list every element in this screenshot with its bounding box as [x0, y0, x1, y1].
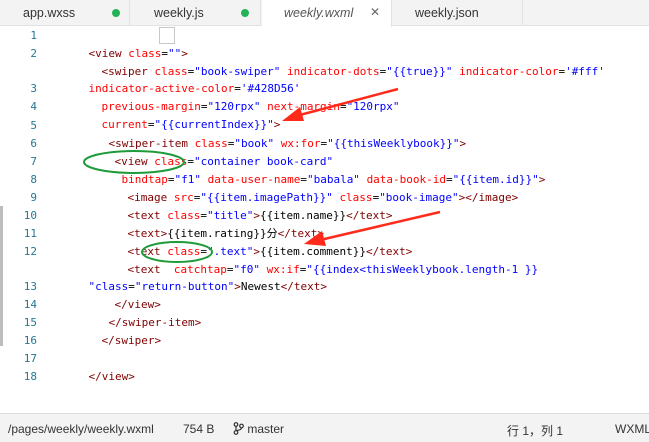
cursor-position[interactable]: 行 1，列 1	[507, 422, 563, 439]
code-line-14: </swiper-item>	[82, 296, 202, 329]
code-line-3: previous-margin="120rpx" next-margin="12…	[75, 80, 400, 113]
modified-dot-icon	[112, 9, 120, 17]
line-number: 9	[30, 191, 37, 204]
file-path: /pages/weekly/weekly.wxml	[8, 422, 154, 436]
line-number: 4	[30, 100, 37, 113]
code-editor[interactable]: 1 2 3 4 5 6 7 8 9 10 11 12 13 14 15 16 1…	[0, 27, 649, 413]
code-line-17: </view>	[62, 350, 135, 383]
line-number: 16	[23, 334, 37, 347]
code-line-15: </swiper>	[75, 314, 162, 347]
code-line-11: <text class=".text">{{item.comment}}</te…	[101, 225, 413, 258]
code-line-2-wrap: indicator-active-color='#428D56'	[62, 62, 301, 95]
code-line-6: <view class="container book-card"	[88, 135, 334, 168]
code-line-7: bindtap="f1" data-user-name="babala" dat…	[95, 153, 546, 186]
code-line-5: <swiper-item class="book" wx:for="{{this…	[82, 117, 467, 150]
line-number: 11	[23, 227, 37, 240]
line-number: 13	[23, 280, 37, 293]
token: "120rpx"	[346, 100, 400, 113]
token: indicator-color	[459, 65, 559, 78]
tab-label: weekly.wxml	[284, 6, 354, 20]
token: "{{thisWeeklybook}}"	[327, 137, 460, 150]
branch-indicator[interactable]: master	[233, 422, 284, 436]
branch-name: master	[247, 422, 285, 436]
close-icon[interactable]: ✕	[370, 5, 380, 19]
token: >	[459, 137, 467, 150]
file-size: 754 B	[183, 422, 215, 436]
line-number: 18	[23, 370, 37, 383]
line-number: 6	[30, 137, 37, 150]
token: </view>	[88, 370, 135, 383]
tab-weekly-js[interactable]: weekly.js	[131, 0, 261, 26]
token: >	[538, 173, 546, 186]
editor-tab-bar: app.wxss weekly.js weekly.wxml ✕ weekly.…	[0, 0, 649, 27]
line-number: 12	[23, 245, 37, 258]
token: </text>	[280, 280, 327, 293]
token: ></image>	[458, 191, 519, 204]
token: '#fff'	[565, 65, 605, 78]
language-mode[interactable]: WXML	[615, 422, 649, 436]
line-number: 8	[30, 173, 37, 186]
bracket-match-highlight	[159, 27, 175, 44]
git-branch-icon	[233, 422, 244, 435]
code-line-9: <text class="title">{{item.name}}</text>	[101, 189, 393, 222]
code-line-12: <text catchtap="f0" wx:if="{{index<thisW…	[101, 243, 539, 276]
tab-label: app.wxss	[23, 6, 76, 20]
tab-weekly-json[interactable]: weekly.json	[393, 0, 523, 26]
line-number: 1	[30, 29, 37, 42]
code-line-10: <text>{{item.rating}}分</text>	[101, 207, 324, 240]
token: =	[339, 100, 347, 113]
line-number: 7	[30, 155, 37, 168]
code-line-13: </view>	[88, 278, 161, 311]
line-number: 10	[23, 209, 37, 222]
modified-dot-icon	[241, 9, 249, 17]
line-number: 2	[30, 47, 37, 60]
code-line-4: current="{{currentIndex}}">	[75, 98, 281, 131]
token: Newest	[240, 280, 281, 293]
token: </swiper>	[101, 334, 162, 347]
line-number: 17	[23, 352, 37, 365]
tab-label: weekly.json	[415, 6, 479, 20]
code-line-8: <image src="{{item.imagePath}}" class="b…	[101, 171, 519, 204]
token: "{{true}}"	[386, 65, 453, 78]
window-edge	[0, 206, 3, 346]
line-number: 3	[30, 82, 37, 95]
line-number: 14	[23, 298, 37, 311]
token: indicator-dots	[286, 65, 380, 78]
line-number: 5	[30, 119, 37, 132]
line-number: 15	[23, 316, 37, 329]
code-line-12-wrap: "class="return-button">Newest</text>	[62, 260, 327, 293]
token: >	[234, 280, 241, 293]
status-bar: /pages/weekly/weekly.wxml 754 B master 行…	[0, 413, 649, 442]
tab-weekly-wxml[interactable]: weekly.wxml ✕	[262, 0, 392, 27]
token: "{{index<thisWeeklybook.length-1 }}	[306, 263, 539, 276]
code-line-2: <swiper class="book-swiper" indicator-do…	[75, 45, 605, 78]
tab-app-wxss[interactable]: app.wxss	[0, 0, 130, 26]
tab-label: weekly.js	[154, 6, 204, 20]
token: </text>	[346, 209, 393, 222]
